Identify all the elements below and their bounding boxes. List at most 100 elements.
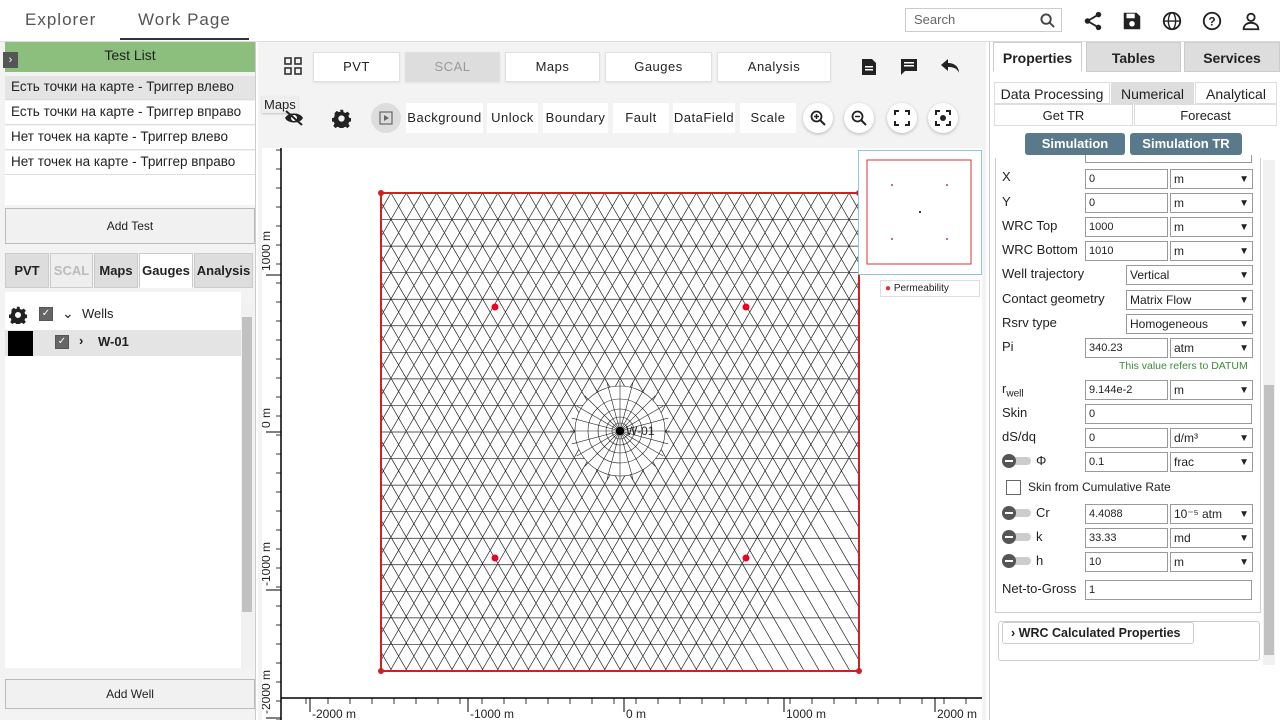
x-input[interactable]: 0: [1085, 169, 1168, 189]
tab-tables[interactable]: Tables: [1086, 42, 1181, 72]
rsrv-label: Rsrv type: [1002, 315, 1057, 330]
tab-properties[interactable]: Properties: [993, 42, 1082, 72]
h-toggle[interactable]: [1001, 554, 1033, 568]
tab-pvt[interactable]: PVT: [5, 253, 49, 288]
pi-input[interactable]: 340.23: [1085, 338, 1168, 358]
wrc-calc-toggle[interactable]: › WRC Calculated Properties: [1002, 622, 1194, 644]
background-button[interactable]: Background: [406, 103, 483, 133]
chevron-right-icon: ›: [1011, 626, 1016, 640]
chevron-down-icon: ▼: [1239, 533, 1249, 544]
undo-icon[interactable]: [940, 58, 960, 74]
wrc-bottom-unit-select[interactable]: m ▼: [1170, 241, 1253, 261]
subtab-numerical[interactable]: Numerical: [1111, 82, 1194, 104]
fault-button[interactable]: Fault: [613, 103, 669, 133]
zoom-in-icon[interactable]: [803, 103, 833, 133]
subtab-data-processing[interactable]: Data Processing: [994, 82, 1110, 104]
settings-icon[interactable]: [332, 109, 351, 128]
subtab-get-tr[interactable]: Get TR: [994, 104, 1133, 126]
k-toggle[interactable]: [1001, 530, 1033, 544]
gear-icon[interactable]: [9, 306, 27, 324]
y-unit-select[interactable]: m ▼: [1170, 193, 1253, 213]
test-item[interactable]: Есть точки на карте - Триггер вправо: [5, 101, 255, 125]
rwell-unit-select[interactable]: m ▼: [1170, 380, 1253, 400]
focus-icon[interactable]: [928, 103, 958, 133]
tab-explorer[interactable]: Explorer: [25, 10, 96, 30]
skin-cum-checkbox[interactable]: [1006, 480, 1021, 495]
boundary-button[interactable]: Boundary: [543, 103, 608, 133]
tab-gauges[interactable]: Gauges: [139, 253, 193, 288]
minimap[interactable]: [858, 150, 982, 275]
search-input[interactable]: Search: [905, 8, 1062, 32]
x-unit-select[interactable]: m ▼: [1170, 169, 1253, 189]
document-icon[interactable]: [861, 58, 877, 76]
user-icon[interactable]: [1240, 10, 1262, 32]
wells-scrollbar[interactable]: [241, 303, 253, 668]
eye-off-icon[interactable]: [284, 110, 304, 126]
simulation-button[interactable]: Simulation: [1025, 133, 1125, 155]
k-unit-select[interactable]: md ▼: [1170, 528, 1253, 548]
well-checkbox[interactable]: ✓: [55, 335, 69, 349]
wells-checkbox[interactable]: ✓: [39, 307, 53, 321]
wrc-top-label: WRC Top: [1002, 218, 1058, 233]
test-item[interactable]: Есть точки на карте - Триггер влево: [5, 76, 255, 100]
phi-unit-select[interactable]: frac ▼: [1170, 452, 1253, 472]
trajectory-select[interactable]: Vertical ▼: [1126, 265, 1253, 285]
save-icon[interactable]: [1121, 10, 1143, 32]
zoom-out-icon[interactable]: [844, 103, 874, 133]
tab-analysis[interactable]: Analysis: [194, 253, 253, 288]
simulation-tr-button[interactable]: Simulation TR: [1130, 133, 1242, 155]
comment-icon[interactable]: [900, 58, 918, 76]
share-icon[interactable]: [1082, 10, 1104, 32]
wrc-top-unit-select[interactable]: m ▼: [1170, 217, 1253, 237]
center-tab-gauges[interactable]: Gauges: [605, 52, 712, 82]
ntg-input[interactable]: 1: [1085, 580, 1252, 600]
tab-services[interactable]: Services: [1184, 42, 1280, 72]
add-well-button[interactable]: Add Well: [5, 679, 255, 709]
test-item[interactable]: Нет точек на карте - Триггер влево: [5, 126, 255, 150]
cr-input[interactable]: 4.4088: [1085, 504, 1168, 524]
contact-select[interactable]: Matrix Flow ▼: [1126, 290, 1253, 310]
boundary-vertex: [856, 668, 862, 674]
k-label: k: [1036, 529, 1043, 544]
wrc-top-input[interactable]: 1000: [1085, 217, 1168, 237]
well-color-swatch[interactable]: [8, 331, 33, 356]
subtab-forecast[interactable]: Forecast: [1134, 104, 1277, 126]
pi-unit-select[interactable]: atm ▼: [1170, 338, 1253, 358]
chevron-right-icon[interactable]: ›: [79, 333, 83, 348]
center-tab-maps[interactable]: Maps: [505, 52, 600, 82]
h-input[interactable]: 10: [1085, 552, 1168, 572]
cr-unit-select[interactable]: 10⁻⁵ atm ▼: [1170, 504, 1253, 524]
dsdq-unit-select[interactable]: d/m³ ▼: [1170, 428, 1253, 448]
test-item[interactable]: Нет точек на карте - Триггер вправо: [5, 151, 255, 175]
properties-scrollbar[interactable]: [1263, 160, 1275, 665]
globe-icon[interactable]: [1161, 10, 1183, 32]
skin-input[interactable]: 0: [1085, 404, 1252, 424]
scrollbar-thumb[interactable]: [1264, 385, 1274, 655]
expand-icon[interactable]: ›: [3, 52, 18, 68]
phi-toggle[interactable]: [1001, 454, 1033, 468]
subtab-analytical[interactable]: Analytical: [1195, 82, 1277, 104]
play-button[interactable]: [371, 103, 401, 133]
add-test-button[interactable]: Add Test: [5, 208, 255, 244]
scale-button[interactable]: Scale: [740, 103, 796, 133]
y-input[interactable]: 0: [1085, 193, 1168, 213]
fullscreen-icon[interactable]: [887, 103, 917, 133]
datafield-button[interactable]: DataField: [673, 103, 735, 133]
k-input[interactable]: 33.33: [1085, 528, 1168, 548]
center-tab-pvt[interactable]: PVT: [313, 52, 400, 82]
help-icon[interactable]: ?: [1201, 10, 1223, 32]
cr-toggle[interactable]: [1001, 506, 1033, 520]
rsrv-select[interactable]: Homogeneous ▼: [1126, 314, 1253, 334]
chevron-down-icon: ▼: [1239, 385, 1249, 396]
phi-input[interactable]: 0.1: [1085, 452, 1168, 472]
grid-icon[interactable]: [284, 57, 302, 75]
unlock-button[interactable]: Unlock: [487, 103, 538, 133]
chevron-down-icon[interactable]: ⌄: [62, 305, 74, 322]
wrc-bottom-input[interactable]: 1010: [1085, 241, 1168, 261]
tab-work-page[interactable]: Work Page: [120, 10, 249, 40]
dsdq-input[interactable]: 0: [1085, 428, 1168, 448]
h-unit-select[interactable]: m ▼: [1170, 552, 1253, 572]
tab-maps[interactable]: Maps: [94, 253, 138, 288]
rwell-input[interactable]: 9.144e-2: [1085, 380, 1168, 400]
center-tab-analysis[interactable]: Analysis: [717, 52, 831, 82]
